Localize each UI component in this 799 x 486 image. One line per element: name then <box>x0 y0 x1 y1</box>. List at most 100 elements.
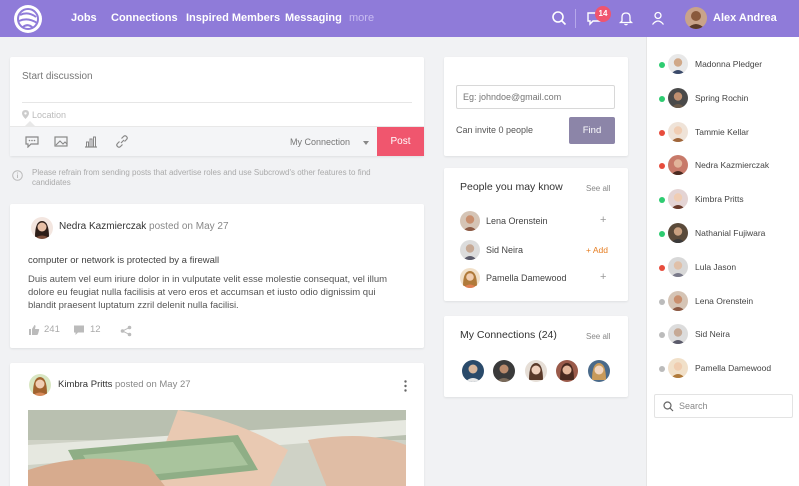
contact-name: Nathanial Fujiwara <box>695 228 766 238</box>
post-button[interactable]: Post <box>377 127 424 156</box>
connections-see-all-link[interactable]: See all <box>586 332 610 341</box>
share-icon[interactable] <box>120 325 132 337</box>
app-logo[interactable] <box>14 5 42 33</box>
more-vertical-icon[interactable] <box>404 380 407 392</box>
post-author: Kimbra Pritts posted on May 27 <box>58 379 191 390</box>
pymk-title: People you may know <box>460 181 563 193</box>
post-author: Nedra Kazmierczak posted on May 27 <box>59 221 229 232</box>
nav-more[interactable]: more <box>349 12 374 24</box>
user-name[interactable]: Alex Andrea <box>713 12 777 24</box>
find-button[interactable]: Find <box>569 117 615 144</box>
contact-name: Lula Jason <box>695 261 737 272</box>
chart-tool-icon[interactable] <box>84 135 98 148</box>
nav-connections[interactable]: Connections <box>111 12 178 24</box>
sidebar-search-input[interactable]: Search <box>654 394 793 418</box>
status-dot <box>659 366 665 373</box>
link-tool-icon[interactable] <box>115 135 129 148</box>
post-image[interactable] <box>28 410 406 486</box>
post-composer: Start discussion Location My Connection … <box>10 57 424 156</box>
person-name[interactable]: Lena Orenstein <box>486 216 548 226</box>
sidebar-search-placeholder: Search <box>679 401 708 411</box>
contact-item[interactable]: Spring Rochin <box>647 87 799 112</box>
contacts-sidebar: Madonna Pledger Spring Rochin Tammie Kella… <box>646 37 799 486</box>
location-pin-icon <box>22 110 29 119</box>
avatar[interactable] <box>460 240 480 260</box>
avatar[interactable] <box>462 360 484 382</box>
contact-name: Lena Orenstein <box>695 295 754 306</box>
post-author-avatar[interactable] <box>29 374 51 396</box>
status-dot <box>659 298 665 305</box>
post-author-name[interactable]: Kimbra Pritts <box>58 379 112 390</box>
contact-item[interactable]: Nathanial Fujiwara <box>647 223 799 247</box>
contact-item[interactable]: Nedra Kazmierczak <box>647 155 799 179</box>
composer-toolbar: My Connection Post <box>10 126 424 156</box>
comment-icon[interactable] <box>73 324 85 336</box>
location-placeholder: Location <box>32 110 67 120</box>
contact-item[interactable]: Lula Jason <box>647 256 799 281</box>
avatar[interactable] <box>556 360 578 382</box>
invite-email-input[interactable] <box>456 85 615 109</box>
search-icon[interactable] <box>551 10 567 26</box>
bell-icon[interactable] <box>618 10 634 26</box>
location-field[interactable]: Location <box>22 110 66 120</box>
contact-item[interactable]: Madonna Pledger <box>647 54 799 78</box>
info-icon <box>12 170 23 181</box>
invite-status: Can invite 0 people <box>456 125 534 135</box>
post-date: posted on May 27 <box>149 221 229 232</box>
avatar[interactable] <box>668 155 688 176</box>
nav-inspired-members[interactable]: Inspired Members <box>186 12 280 24</box>
contact-item[interactable]: Kimbra Pritts <box>647 189 799 213</box>
status-dot <box>659 231 665 237</box>
nav-jobs[interactable]: Jobs <box>71 12 97 24</box>
chevron-down-icon[interactable] <box>363 141 369 145</box>
post-card: Kimbra Pritts posted on May 27 <box>10 363 424 486</box>
add-connection-button[interactable]: + <box>600 271 606 283</box>
avatar[interactable] <box>668 87 688 108</box>
post-author-name[interactable]: Nedra Kazmierczak <box>59 221 146 232</box>
avatar[interactable] <box>525 360 547 382</box>
notification-badge: 14 <box>595 6 611 22</box>
post-date: posted on May 27 <box>115 379 191 390</box>
comment-count: 12 <box>90 324 101 335</box>
contact-item[interactable]: Pamella Damewood <box>647 358 799 382</box>
pymk-see-all-link[interactable]: See all <box>586 184 610 193</box>
user-avatar[interactable] <box>685 7 707 29</box>
add-connection-button[interactable]: + <box>600 214 606 226</box>
contact-item[interactable]: Sid Neira <box>647 324 799 348</box>
avatar[interactable] <box>588 360 610 382</box>
post-author-avatar[interactable] <box>31 217 53 239</box>
person-name[interactable]: Sid Neira <box>486 245 523 255</box>
avatar[interactable] <box>460 268 480 288</box>
contact-name: Kimbra Pritts <box>695 194 744 205</box>
contact-item[interactable]: Lena Orenstein <box>647 290 799 315</box>
add-connection-button[interactable]: + Add <box>586 245 608 255</box>
status-dot <box>659 62 665 68</box>
invite-card: Can invite 0 people Find <box>444 57 628 156</box>
composer-divider <box>22 102 412 103</box>
comment-tool-icon[interactable] <box>25 135 39 148</box>
avatar[interactable] <box>668 324 688 345</box>
nav-messaging[interactable]: Messaging <box>285 12 342 24</box>
status-dot <box>659 95 665 102</box>
people-you-may-know-card: People you may know See all Lena Orenste… <box>444 168 628 301</box>
profile-icon[interactable] <box>650 10 666 26</box>
avatar[interactable] <box>668 121 688 142</box>
person-name[interactable]: Pamella Damewood <box>486 273 567 283</box>
image-tool-icon[interactable] <box>54 135 68 148</box>
list-item: Pamella Damewood + <box>460 268 620 290</box>
contact-name: Sid Neira <box>695 329 730 340</box>
avatar[interactable] <box>668 358 688 379</box>
audience-select[interactable]: My Connection <box>290 137 350 147</box>
avatar[interactable] <box>668 223 688 243</box>
contact-item[interactable]: Tammie Kellar <box>647 121 799 146</box>
avatar[interactable] <box>668 189 688 210</box>
status-dot <box>659 129 665 136</box>
like-icon[interactable] <box>28 324 40 336</box>
avatar[interactable] <box>460 211 480 231</box>
avatar[interactable] <box>668 54 688 74</box>
avatar[interactable] <box>668 256 688 277</box>
avatar[interactable] <box>668 290 688 311</box>
notice-text: Please refrain from sending posts that a… <box>32 168 371 187</box>
avatar[interactable] <box>493 360 515 382</box>
discussion-input[interactable]: Start discussion <box>22 71 93 82</box>
